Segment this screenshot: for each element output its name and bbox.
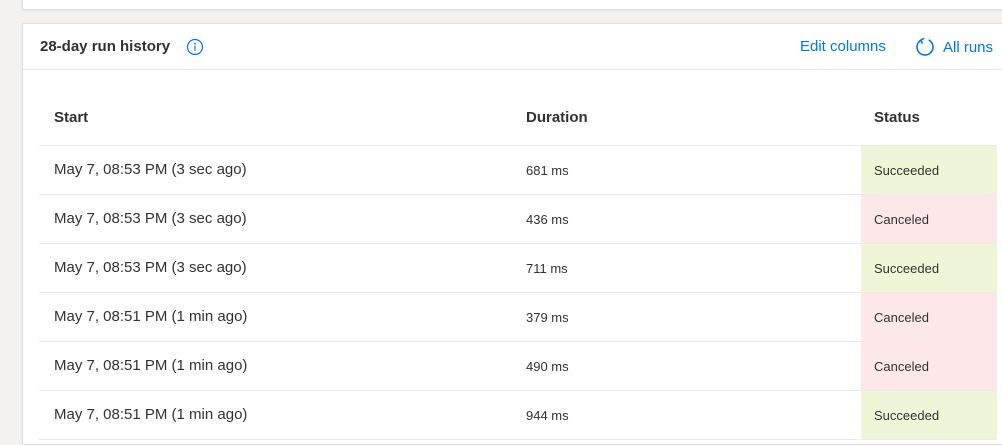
status-cell: Canceled [861,293,997,341]
table-row[interactable]: May 7, 08:51 PM (1 min ago) 944 ms Succe… [39,391,997,440]
status-cell: Succeeded [861,146,997,194]
start-cell: May 7, 08:53 PM (3 sec ago) [54,259,247,276]
start-cell: May 7, 08:53 PM (3 sec ago) [54,161,247,178]
table-body: May 7, 08:53 PM (3 sec ago) 681 ms Succe… [39,146,997,440]
start-cell: May 7, 08:51 PM (1 min ago) [54,357,248,374]
duration-cell: 681 ms [526,163,569,178]
column-header-start[interactable]: Start [54,109,88,126]
start-cell: May 7, 08:53 PM (3 sec ago) [54,210,247,227]
run-history-table: Start Duration Status May 7, 08:53 PM (3… [39,94,997,440]
status-cell: Succeeded [861,391,997,439]
status-cell: Canceled [861,195,997,243]
info-icon[interactable] [186,38,204,56]
previous-card [22,0,1002,10]
refresh-icon [914,36,936,58]
duration-cell: 436 ms [526,212,569,227]
table-row[interactable]: May 7, 08:51 PM (1 min ago) 490 ms Cance… [39,342,997,391]
table-row[interactable]: May 7, 08:51 PM (1 min ago) 379 ms Cance… [39,293,997,342]
column-header-status[interactable]: Status [874,109,920,126]
duration-cell: 379 ms [526,310,569,325]
all-runs-label: All runs [943,38,994,56]
column-header-duration[interactable]: Duration [526,109,588,126]
status-cell: Canceled [861,342,997,390]
run-history-card: 28-day run history Edit columns All runs… [22,23,1002,445]
edit-columns-link[interactable]: Edit columns [800,38,886,55]
duration-cell: 490 ms [526,359,569,374]
start-cell: May 7, 08:51 PM (1 min ago) [54,406,248,423]
table-row[interactable]: May 7, 08:53 PM (3 sec ago) 436 ms Cance… [39,195,997,244]
status-cell: Succeeded [861,244,997,292]
card-title: 28-day run history [40,38,171,55]
duration-cell: 944 ms [526,408,569,423]
all-runs-link[interactable]: All runs [914,36,993,58]
start-cell: May 7, 08:51 PM (1 min ago) [54,308,248,325]
card-header: 28-day run history Edit columns All runs [23,24,1002,70]
table-header: Start Duration Status [39,94,997,146]
table-row[interactable]: May 7, 08:53 PM (3 sec ago) 681 ms Succe… [39,146,997,195]
table-row[interactable]: May 7, 08:53 PM (3 sec ago) 711 ms Succe… [39,244,997,293]
duration-cell: 711 ms [526,261,568,276]
